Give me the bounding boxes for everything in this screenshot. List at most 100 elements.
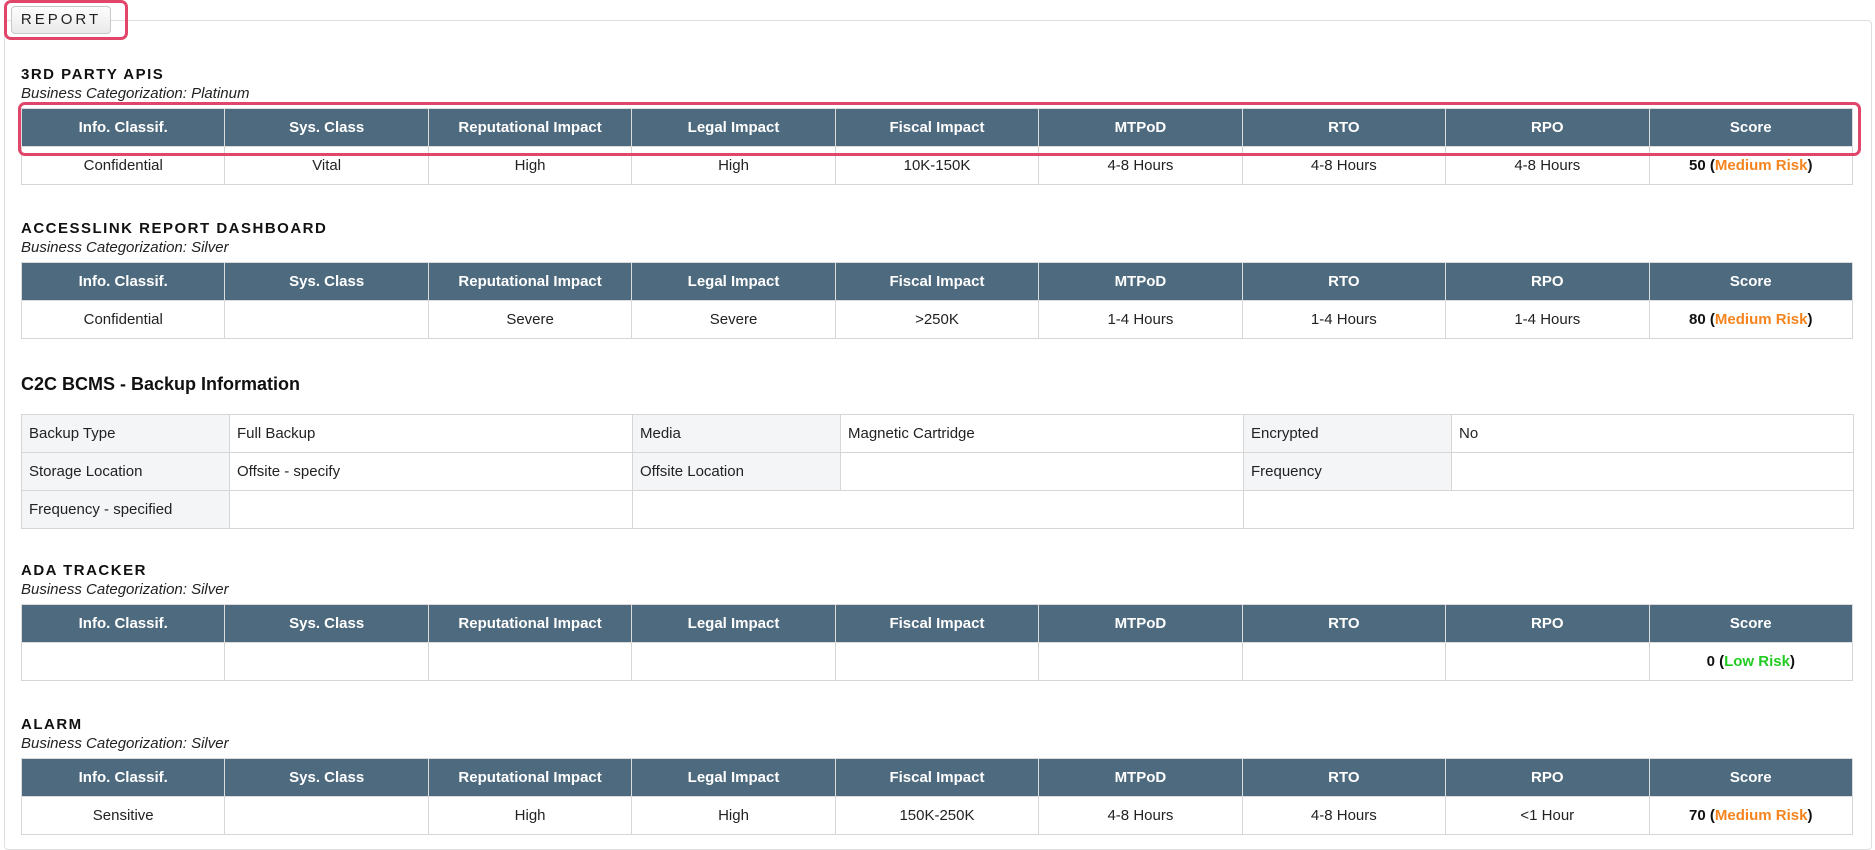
score-cell: 80 (Medium Risk) (1648, 300, 1853, 339)
table-row: Confidential Severe Severe >250K 1-4 Hours 1-… (20, 300, 1853, 339)
table-cell: 4-8 Hours (1445, 146, 1650, 185)
backup-empty-cell (1243, 490, 1854, 529)
backup-field-label: Media (632, 414, 841, 453)
column-header: Info. Classif. (20, 604, 226, 643)
backup-field-value: Magnetic Cartridge (840, 414, 1244, 453)
column-header: Score (1648, 108, 1853, 147)
backup-field-value: Offsite - specify (229, 452, 633, 491)
table-header-row: Info. Classif. Sys. Class Reputational Imp… (20, 604, 1853, 643)
column-header: Sys. Class (224, 604, 429, 643)
table-cell: 4-8 Hours (1241, 796, 1447, 835)
section-categorization: Business Categorization: Silver (21, 581, 229, 598)
column-header: Reputational Impact (427, 758, 633, 797)
backup-field-label: Encrypted (1243, 414, 1452, 453)
backup-row: Frequency - specified (21, 490, 1854, 529)
table-cell (224, 300, 429, 339)
table-cell: Sensitive (20, 796, 226, 835)
table-cell: >250K (834, 300, 1040, 339)
table-cell: 1-4 Hours (1241, 300, 1447, 339)
table-cell: Vital (224, 146, 429, 185)
column-header: RPO (1445, 262, 1650, 301)
table-cell: 150K-250K (834, 796, 1040, 835)
table-cell: 4-8 Hours (1038, 796, 1243, 835)
column-header: Info. Classif. (20, 108, 226, 147)
column-header: Sys. Class (224, 108, 429, 147)
table-cell: High (427, 796, 633, 835)
score-cell: 50 (Medium Risk) (1648, 146, 1853, 185)
backup-field-label: Frequency - specified (21, 490, 230, 529)
backup-row: Storage Location Offsite - specify Offsite… (21, 452, 1854, 491)
column-header: Info. Classif. (20, 262, 226, 301)
risk-table-ada-tracker: Info. Classif. Sys. Class Reputational Imp… (20, 604, 1853, 681)
section-title-accesslink-report-dashboard: ACCESSLINK REPORT DASHBOARD (21, 220, 328, 237)
backup-field-label: Storage Location (21, 452, 230, 491)
risk-level: Medium Risk (1714, 157, 1808, 174)
table-row: Confidential Vital High High 10K-150K 4-8 Hou… (20, 146, 1853, 185)
backup-field-value: No (1451, 414, 1854, 453)
score-value: 50 (1689, 157, 1706, 174)
score-cell: 0 (Low Risk) (1648, 642, 1853, 681)
backup-field-label: Backup Type (21, 414, 230, 453)
table-cell: Confidential (20, 146, 226, 185)
backup-row: Backup Type Full Backup Media Magnetic Cart… (21, 414, 1854, 453)
column-header: MTPoD (1038, 108, 1243, 147)
column-header: MTPoD (1038, 604, 1243, 643)
column-header: Reputational Impact (427, 604, 633, 643)
table-cell: High (427, 146, 633, 185)
table-cell: High (631, 146, 836, 185)
table-cell (1445, 642, 1650, 681)
column-header: Score (1648, 604, 1853, 643)
table-cell (631, 642, 836, 681)
table-cell: 1-4 Hours (1445, 300, 1650, 339)
risk-table-accesslink-report-dashboard: Info. Classif. Sys. Class Reputational Imp… (20, 262, 1853, 339)
column-header: Score (1648, 758, 1853, 797)
section-categorization: Business Categorization: Silver (21, 735, 229, 752)
score-cell: 70 (Medium Risk) (1648, 796, 1853, 835)
risk-table-alarm: Info. Classif. Sys. Class Reputational Imp… (20, 758, 1853, 835)
risk-level: Medium Risk (1714, 311, 1808, 328)
backup-field-value (840, 452, 1244, 491)
table-header-row: Info. Classif. Sys. Class Reputational Imp… (20, 108, 1853, 147)
backup-info-table: Backup Type Full Backup Media Magnetic Cart… (21, 414, 1854, 529)
table-cell (834, 642, 1040, 681)
section-title-3rd-party-apis: 3RD PARTY APIS (21, 66, 165, 83)
table-cell: 4-8 Hours (1241, 146, 1447, 185)
table-cell: 4-8 Hours (1038, 146, 1243, 185)
table-cell: <1 Hour (1445, 796, 1650, 835)
column-header: Info. Classif. (20, 758, 226, 797)
column-header: Fiscal Impact (834, 262, 1040, 301)
risk-level: Low Risk (1724, 653, 1790, 670)
table-cell (224, 642, 429, 681)
score-value: 0 (1706, 653, 1715, 670)
column-header: Fiscal Impact (834, 758, 1040, 797)
column-header: Sys. Class (224, 262, 429, 301)
backup-field-value (229, 490, 633, 529)
report-tab[interactable]: REPORT (11, 6, 111, 34)
table-header-row: Info. Classif. Sys. Class Reputational Imp… (20, 758, 1853, 797)
table-cell: Severe (631, 300, 836, 339)
table-header-row: Info. Classif. Sys. Class Reputational Imp… (20, 262, 1853, 301)
column-header: Fiscal Impact (834, 108, 1040, 147)
column-header: RTO (1241, 108, 1447, 147)
backup-field-value: Full Backup (229, 414, 633, 453)
section-categorization: Business Categorization: Platinum (21, 85, 250, 102)
column-header: Reputational Impact (427, 262, 633, 301)
backup-field-label: Offsite Location (632, 452, 841, 491)
column-header: Legal Impact (631, 262, 836, 301)
column-header: Legal Impact (631, 604, 836, 643)
section-title-alarm: ALARM (21, 716, 83, 733)
score-value: 70 (1689, 807, 1706, 824)
score-value: 80 (1689, 311, 1706, 328)
table-cell: 10K-150K (834, 146, 1040, 185)
column-header: RTO (1241, 758, 1447, 797)
risk-table-3rd-party-apis: Info. Classif. Sys. Class Reputational Imp… (20, 108, 1853, 185)
column-header: Reputational Impact (427, 108, 633, 147)
table-row: 0 (Low Risk) (20, 642, 1853, 681)
backup-field-value (1451, 452, 1854, 491)
section-title-ada-tracker: ADA TRACKER (21, 562, 147, 579)
table-cell: 1-4 Hours (1038, 300, 1243, 339)
column-header: Fiscal Impact (834, 604, 1040, 643)
table-cell (224, 796, 429, 835)
table-cell (20, 642, 226, 681)
column-header: MTPoD (1038, 758, 1243, 797)
